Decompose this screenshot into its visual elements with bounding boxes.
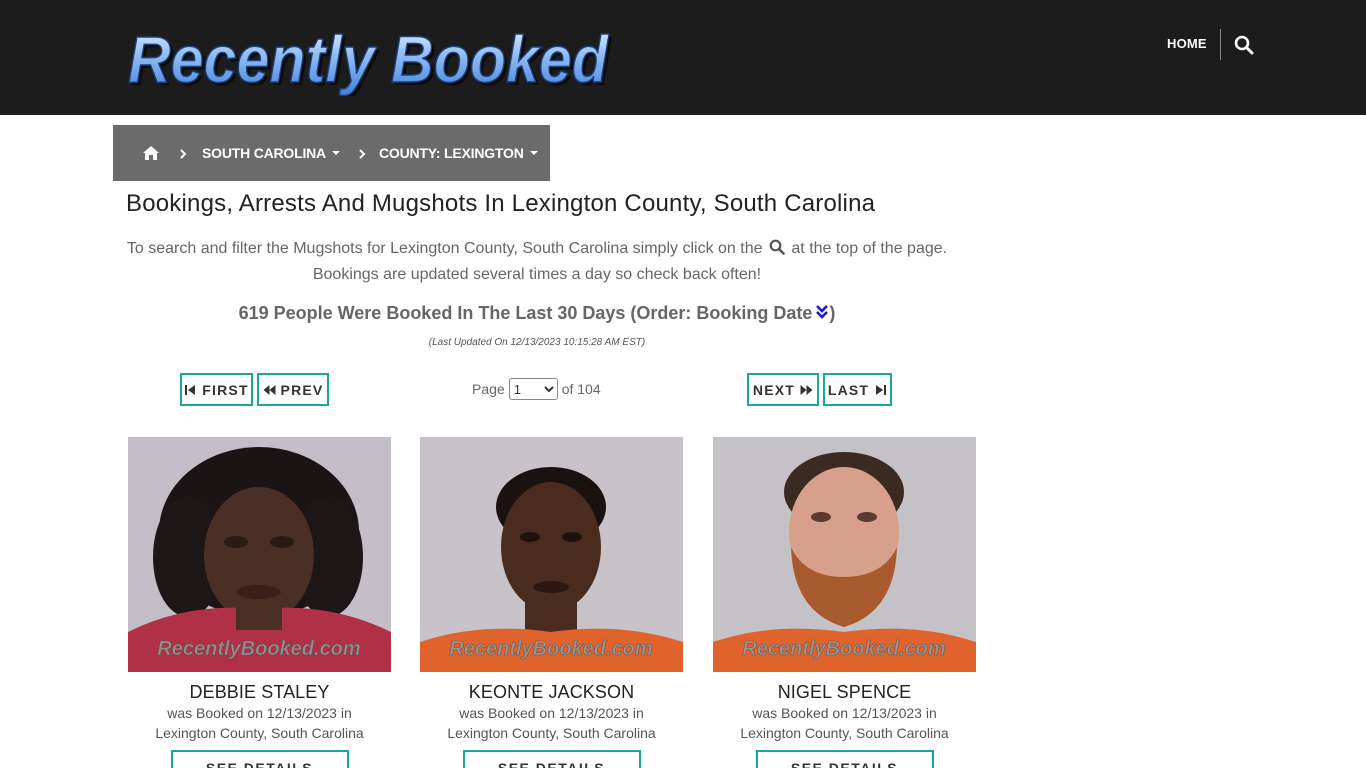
booking-count: 619 People Were Booked In The Last 30 Da… [126, 303, 948, 324]
svg-text:RecentlyBooked.com: RecentlyBooked.com [157, 638, 360, 660]
last-page-button[interactable]: LAST [823, 373, 892, 406]
page-select[interactable]: 1 [508, 378, 558, 400]
site-logo[interactable]: Recently Booked Recently Booked [124, 18, 616, 96]
next-page-label: NEXT [752, 381, 796, 398]
intro-text: To search and filter the Mugshots for Le… [126, 236, 948, 288]
last-page-icon [876, 384, 887, 395]
double-chevron-down-icon[interactable] [815, 304, 829, 320]
breadcrumb-county-label: COUNTY: LEXINGTON [378, 145, 524, 161]
svg-text:RecentlyBooked.com: RecentlyBooked.com [742, 638, 945, 660]
logo-image: Recently Booked Recently Booked [127, 21, 612, 96]
see-details-button[interactable]: SEE DETAILS [755, 750, 934, 768]
site-header: Recently Booked Recently Booked HOME [0, 0, 1366, 115]
forward-icon [800, 384, 813, 395]
inmate-name[interactable]: DEBBIE STALEY [128, 681, 391, 703]
see-details-button[interactable]: SEE DETAILS [170, 750, 349, 768]
breadcrumb-state-label: SOUTH CAROLINA [202, 145, 326, 161]
search-icon[interactable] [769, 238, 785, 255]
first-page-button[interactable]: FIRST [180, 373, 253, 406]
page-selector: Page 1 of 104 [472, 378, 601, 400]
next-page-button[interactable]: NEXT [747, 373, 819, 406]
first-page-icon [185, 384, 196, 395]
breadcrumb-state-dropdown[interactable]: SOUTH CAROLINA [202, 145, 340, 161]
chevron-right-icon [357, 147, 367, 159]
inmate-name[interactable]: NIGEL SPENCE [713, 681, 976, 703]
mugshot-image[interactable]: RecentlyBooked.com [713, 437, 976, 672]
inmate-name[interactable]: KEONTE JACKSON [420, 681, 683, 703]
first-page-label: FIRST [202, 381, 249, 398]
backward-icon [263, 384, 276, 395]
mugshot-image[interactable]: RecentlyBooked.com [128, 437, 391, 672]
booking-count-text: 619 People Were Booked In The Last 30 Da… [238, 303, 813, 323]
booking-location-text: Lexington County, South Carolina [740, 725, 949, 741]
chevron-right-icon [178, 147, 188, 159]
booking-location-text: Lexington County, South Carolina [155, 725, 364, 741]
booking-date-text: was Booked on 12/13/2023 in [752, 705, 937, 721]
booking-card[interactable]: RecentlyBooked.com KEONTE JACKSON was Bo… [420, 437, 683, 768]
booking-date-text: was Booked on 12/13/2023 in [167, 705, 352, 721]
nav-home-link[interactable]: HOME [1167, 36, 1207, 51]
page-label: Page [472, 381, 505, 397]
caret-down-icon [529, 151, 538, 155]
last-page-label: LAST [827, 381, 870, 398]
see-details-button[interactable]: SEE DETAILS [462, 750, 641, 768]
last-updated: (Last Updated On 12/13/2023 10:15:28 AM … [428, 337, 646, 348]
svg-text:RecentlyBooked.com: RecentlyBooked.com [449, 638, 652, 660]
svg-text:Recently Booked: Recently Booked [128, 22, 610, 96]
booking-location-text: Lexington County, South Carolina [447, 725, 656, 741]
prev-page-button[interactable]: PREV [257, 373, 329, 406]
booking-card[interactable]: RecentlyBooked.com NIGEL SPENCE was Book… [713, 437, 976, 768]
booking-count-close: ) [829, 303, 836, 323]
booking-card[interactable]: RecentlyBooked.com DEBBIE STALEY was Boo… [128, 437, 391, 768]
home-icon[interactable] [142, 145, 160, 161]
breadcrumb: SOUTH CAROLINA COUNTY: LEXINGTON [113, 125, 550, 181]
page-title: Bookings, Arrests And Mugshots In Lexing… [126, 190, 876, 217]
search-icon[interactable] [1234, 35, 1254, 55]
page-total: of 104 [561, 381, 601, 397]
prev-page-label: PREV [280, 381, 324, 398]
booking-date-text: was Booked on 12/13/2023 in [459, 705, 644, 721]
nav-divider [1220, 29, 1221, 60]
mugshot-image[interactable]: RecentlyBooked.com [420, 437, 683, 672]
breadcrumb-county-dropdown[interactable]: COUNTY: LEXINGTON [379, 145, 538, 161]
intro-text-before: To search and filter the Mugshots for Le… [126, 240, 763, 257]
caret-down-icon [331, 151, 340, 155]
